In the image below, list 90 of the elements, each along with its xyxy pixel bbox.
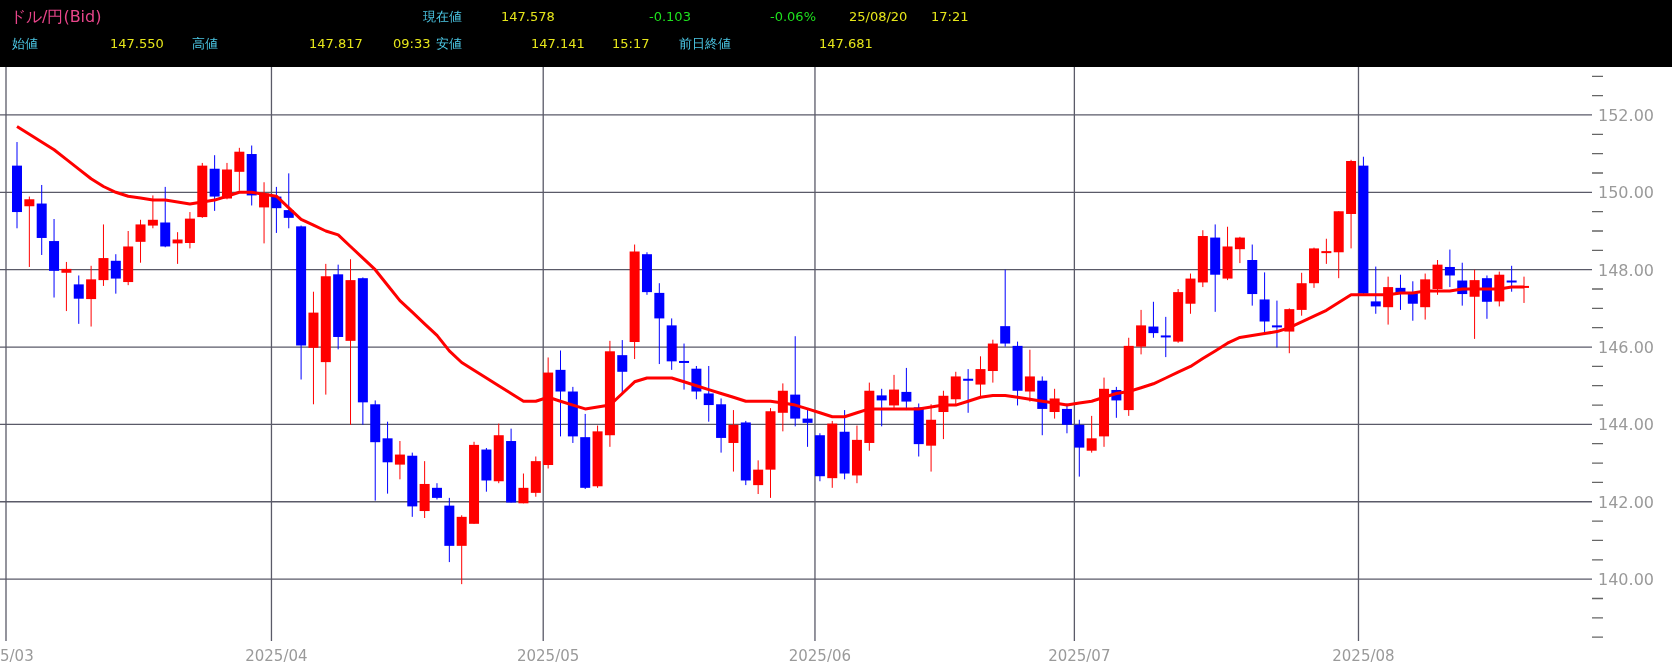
candlestick bbox=[444, 497, 455, 563]
quote-date: 25/08/20 bbox=[849, 8, 908, 26]
candlestick bbox=[24, 196, 35, 268]
candlestick bbox=[234, 147, 245, 192]
candlestick bbox=[1099, 377, 1109, 448]
candlestick bbox=[913, 403, 924, 457]
quote-time: 09:33 bbox=[393, 35, 431, 53]
candlestick bbox=[679, 343, 690, 391]
candlestick bbox=[851, 425, 862, 484]
candlestick bbox=[1148, 301, 1159, 339]
quote-value: 147.817 bbox=[309, 35, 363, 53]
candlestick bbox=[1185, 273, 1196, 315]
candlestick bbox=[73, 275, 84, 325]
candlestick bbox=[1160, 316, 1171, 358]
candlestick bbox=[259, 181, 270, 244]
candlestick bbox=[493, 423, 504, 484]
candlestick bbox=[814, 432, 825, 482]
candlestick bbox=[740, 420, 751, 486]
candlestick bbox=[1444, 249, 1455, 288]
candlestick bbox=[222, 162, 232, 200]
axis-label: 2025/04 bbox=[245, 647, 308, 665]
candlestick bbox=[1383, 276, 1394, 326]
axis-label: 2025/07 bbox=[1048, 647, 1111, 665]
candlestick bbox=[209, 154, 220, 212]
axis-label: 2025/05 bbox=[517, 647, 580, 665]
candlestick bbox=[184, 211, 195, 249]
axis-label: 152.00 bbox=[1598, 105, 1654, 125]
axis-label: 148.00 bbox=[1598, 260, 1654, 280]
candlestick bbox=[1136, 309, 1147, 355]
candlestick bbox=[36, 184, 47, 256]
candlestick bbox=[1296, 272, 1307, 317]
candlestick bbox=[1395, 274, 1406, 311]
candlestick bbox=[1271, 300, 1282, 348]
candlestick bbox=[123, 230, 134, 286]
candlestick bbox=[283, 172, 294, 229]
field-label: 前日終値 bbox=[679, 35, 731, 53]
candlestick bbox=[407, 452, 418, 518]
candlestick bbox=[926, 403, 937, 473]
candlestick bbox=[1506, 265, 1517, 293]
candlestick bbox=[1494, 271, 1505, 307]
candlestick bbox=[642, 251, 652, 296]
candlestick bbox=[530, 456, 541, 498]
axis-label: 142.00 bbox=[1598, 492, 1654, 512]
candlestick bbox=[1284, 307, 1295, 354]
candlestick bbox=[1197, 229, 1208, 288]
candlestick bbox=[1432, 259, 1443, 296]
candlestick bbox=[716, 398, 727, 454]
candlestick bbox=[963, 368, 974, 414]
candlestick bbox=[197, 162, 208, 219]
candlestick bbox=[246, 145, 257, 206]
price-change: -0.06% bbox=[770, 8, 816, 26]
axis-label: 2025/06 bbox=[788, 647, 852, 665]
candlestick bbox=[728, 409, 739, 473]
candlestick bbox=[271, 186, 282, 234]
candlestick bbox=[419, 460, 430, 519]
candlestick bbox=[1420, 273, 1431, 321]
candlestick bbox=[975, 355, 986, 398]
quote-value: 147.681 bbox=[819, 35, 873, 53]
quote-value: 147.578 bbox=[501, 8, 555, 26]
candlestick bbox=[1173, 288, 1184, 344]
quote-value: 147.141 bbox=[531, 35, 585, 53]
price-change: -0.103 bbox=[649, 8, 691, 26]
candlestick bbox=[432, 482, 442, 500]
quote-time: 17:21 bbox=[931, 8, 969, 26]
quote-time: 15:17 bbox=[612, 35, 650, 53]
axis-label: 140.00 bbox=[1598, 570, 1654, 590]
candlestick bbox=[1012, 341, 1023, 406]
candlestick bbox=[86, 265, 97, 328]
candlestick bbox=[456, 514, 467, 585]
candlestick bbox=[147, 194, 158, 229]
quote-value: 147.550 bbox=[110, 35, 164, 53]
candlestick bbox=[1247, 244, 1258, 307]
candlestick bbox=[1407, 280, 1418, 322]
candlestick bbox=[839, 409, 850, 480]
field-label: 始値 bbox=[12, 35, 38, 53]
field-label: 現在値 bbox=[423, 8, 462, 26]
candlestick bbox=[827, 420, 838, 489]
candlestick bbox=[1309, 247, 1319, 289]
field-label: 高値 bbox=[192, 35, 218, 53]
candlestick bbox=[1024, 349, 1035, 403]
axis-label: 146.00 bbox=[1598, 338, 1654, 358]
field-label: 安値 bbox=[436, 35, 462, 53]
axis-label: 2025/08 bbox=[1332, 647, 1395, 665]
pair-title: ドル/円(Bid) bbox=[10, 8, 102, 26]
candlestick bbox=[889, 374, 900, 409]
axis-label: 150.00 bbox=[1598, 183, 1654, 203]
axis-label: 144.00 bbox=[1598, 415, 1654, 435]
candlestick bbox=[987, 339, 998, 384]
candlestick bbox=[135, 219, 146, 264]
axis-label: 5/03 bbox=[0, 647, 34, 665]
